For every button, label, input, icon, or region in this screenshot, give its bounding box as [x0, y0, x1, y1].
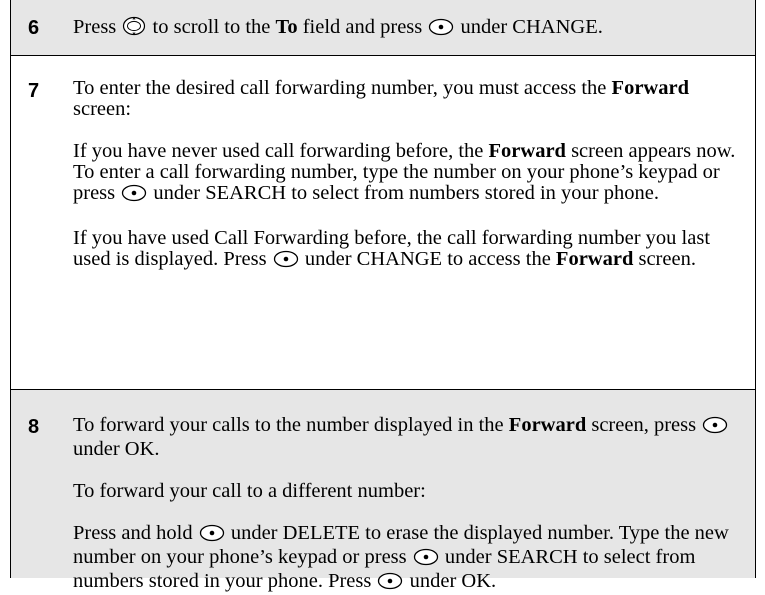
step-paragraph: If you have used Call Forwarding before,…: [73, 228, 743, 273]
field-name: Forward: [508, 414, 587, 436]
step-paragraph: If you have never used call forwarding b…: [73, 141, 743, 207]
softkey-button-icon: [121, 184, 147, 207]
step-paragraph: To enter the desired call forwarding num…: [73, 77, 689, 120]
scroll-key-icon: [122, 16, 146, 41]
field-name: To: [275, 16, 298, 38]
softkey-button-icon: [413, 548, 439, 571]
softkey-button-icon: [702, 416, 728, 439]
step-number: 8: [28, 416, 40, 438]
softkey-button-icon: [273, 250, 299, 273]
step-row-6: 6 Press to scroll to the To field and pr…: [11, 0, 755, 56]
step-number: 6: [28, 17, 40, 39]
step-paragraph: Press and hold under DELETE to erase the…: [73, 523, 743, 595]
softkey-button-icon: [428, 18, 454, 41]
field-name: Forward: [488, 140, 566, 162]
step-row-7: 7 To enter the desired call forwarding n…: [11, 56, 755, 389]
step-text: To forward your calls to the number disp…: [73, 415, 743, 595]
step-text: To enter the desired call forwarding num…: [73, 78, 743, 273]
instruction-table: 6 Press to scroll to the To field and pr…: [10, 0, 756, 592]
softkey-button-icon: [377, 572, 403, 595]
field-name: Forward: [555, 248, 634, 270]
step-paragraph: To forward your call to a different numb…: [73, 480, 426, 502]
step-number: 7: [28, 80, 40, 102]
step-text: Press to scroll to the To field and pres…: [73, 16, 743, 41]
field-name: Forward: [611, 77, 689, 99]
softkey-button-icon: [199, 524, 225, 547]
step-row-8: 8 To forward your calls to the number di…: [11, 389, 755, 592]
step-paragraph: To forward your calls to the number disp…: [73, 415, 743, 460]
step-paragraph: Press to scroll to the To field and pres…: [73, 16, 743, 41]
